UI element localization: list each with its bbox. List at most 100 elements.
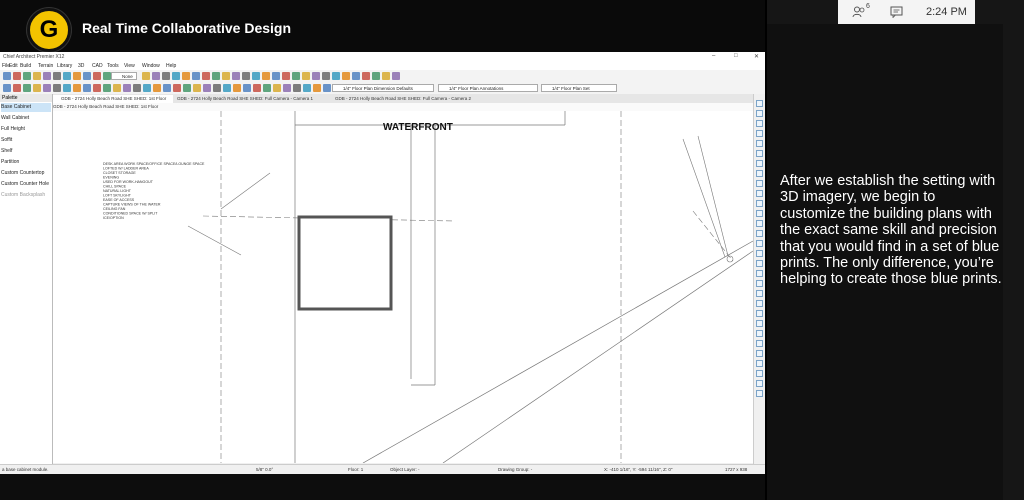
dimension-defaults-select[interactable]: 1/4" Floor Plan Dimension Defaults [332, 84, 434, 92]
annotation-set-select[interactable]: 1/4" Floor Plan Annotations [438, 84, 538, 92]
side-tool-icon[interactable] [756, 210, 763, 217]
layer-select[interactable]: None [111, 72, 137, 80]
menu-edit[interactable]: Edit [9, 63, 18, 69]
toolbar-tool-icon[interactable] [253, 84, 261, 92]
side-tool-icon[interactable] [756, 190, 763, 197]
tab-camera-1[interactable]: GDB - 2724 Holly Beach Road SHE SHED: Fu… [169, 95, 317, 103]
side-tool-icon[interactable] [756, 230, 763, 237]
side-tool-icon[interactable] [756, 160, 763, 167]
toolbar-tool-icon[interactable] [113, 84, 121, 92]
palette-item-partition[interactable]: Partition [1, 158, 51, 167]
menu-terrain[interactable]: Terrain [38, 63, 53, 69]
toolbar-tool-icon[interactable] [173, 84, 181, 92]
side-tool-icon[interactable] [756, 380, 763, 387]
toolbar-tool-icon[interactable] [73, 84, 81, 92]
toolbar-tool-icon[interactable] [312, 72, 320, 80]
menu-tools[interactable]: Tools [107, 63, 119, 69]
palette-item-full-height[interactable]: Full Height [1, 125, 51, 134]
participants-icon[interactable] [852, 6, 866, 18]
toolbar-tool-icon[interactable] [63, 84, 71, 92]
side-tool-icon[interactable] [756, 280, 763, 287]
toolbar-tool-icon[interactable] [272, 72, 280, 80]
tab-1st-floor[interactable]: GDB - 2724 Holly Beach Road SHE SHED: 1s… [53, 95, 173, 103]
toolbar-tool-icon[interactable] [303, 84, 311, 92]
side-tool-icon[interactable] [756, 100, 763, 107]
side-tool-icon[interactable] [756, 250, 763, 257]
chat-icon[interactable] [890, 6, 903, 18]
toolbar-tool-icon[interactable] [3, 72, 11, 80]
toolbar-tool-icon[interactable] [273, 84, 281, 92]
side-tool-icon[interactable] [756, 130, 763, 137]
side-tool-icon[interactable] [756, 220, 763, 227]
side-tool-icon[interactable] [756, 180, 763, 187]
toolbar-tool-icon[interactable] [63, 72, 71, 80]
toolbar-tool-icon[interactable] [282, 72, 290, 80]
plan-set-select[interactable]: 1/4" Floor Plan Set [541, 84, 617, 92]
toolbar-tool-icon[interactable] [222, 72, 230, 80]
side-tool-icon[interactable] [756, 350, 763, 357]
tab-camera-2[interactable]: GDB - 2724 Holly Beach Road SHE SHED: Fu… [327, 95, 475, 103]
toolbar-tool-icon[interactable] [252, 72, 260, 80]
toolbar-tool-icon[interactable] [103, 84, 111, 92]
side-tool-icon[interactable] [756, 120, 763, 127]
toolbar-tool-icon[interactable] [123, 84, 131, 92]
toolbar-tool-icon[interactable] [352, 72, 360, 80]
palette-item-shelf[interactable]: Shelf [1, 147, 51, 156]
toolbar-tool-icon[interactable] [262, 72, 270, 80]
toolbar-tool-icon[interactable] [153, 84, 161, 92]
toolbar-tool-icon[interactable] [332, 72, 340, 80]
toolbar-tool-icon[interactable] [202, 72, 210, 80]
toolbar-tool-icon[interactable] [263, 84, 271, 92]
side-tool-icon[interactable] [756, 260, 763, 267]
side-tool-icon[interactable] [756, 390, 763, 397]
toolbar-tool-icon[interactable] [372, 72, 380, 80]
toolbar-tool-icon[interactable] [283, 84, 291, 92]
toolbar-tool-icon[interactable] [73, 72, 81, 80]
side-tool-icon[interactable] [756, 370, 763, 377]
plan-canvas[interactable]: WATERFRONT DESK AREA WORK SPACE/OFFICE S… [53, 111, 753, 463]
toolbar-tool-icon[interactable] [152, 72, 160, 80]
minimize-button[interactable]: – [712, 53, 715, 59]
toolbar-tool-icon[interactable] [3, 84, 11, 92]
toolbar-tool-icon[interactable] [242, 72, 250, 80]
toolbar-tool-icon[interactable] [223, 84, 231, 92]
toolbar-tool-icon[interactable] [33, 84, 41, 92]
toolbar-tool-icon[interactable] [43, 84, 51, 92]
toolbar-tool-icon[interactable] [313, 84, 321, 92]
side-tool-icon[interactable] [756, 110, 763, 117]
toolbar-tool-icon[interactable] [162, 72, 170, 80]
side-tool-icon[interactable] [756, 330, 763, 337]
menu-3d[interactable]: 3D [78, 63, 84, 69]
toolbar-tool-icon[interactable] [233, 84, 241, 92]
toolbar-tool-icon[interactable] [322, 72, 330, 80]
toolbar-tool-icon[interactable] [213, 84, 221, 92]
menu-help[interactable]: Help [166, 63, 176, 69]
side-tool-icon[interactable] [756, 140, 763, 147]
toolbar-tool-icon[interactable] [292, 72, 300, 80]
palette-item-custom-countertop[interactable]: Custom Countertop [1, 169, 51, 178]
toolbar-tool-icon[interactable] [93, 72, 101, 80]
close-button[interactable]: ✕ [754, 53, 759, 60]
toolbar-tool-icon[interactable] [142, 72, 150, 80]
toolbar-tool-icon[interactable] [53, 84, 61, 92]
side-tool-icon[interactable] [756, 340, 763, 347]
side-tool-icon[interactable] [756, 300, 763, 307]
side-tool-icon[interactable] [756, 270, 763, 277]
toolbar-tool-icon[interactable] [93, 84, 101, 92]
toolbar-tool-icon[interactable] [203, 84, 211, 92]
toolbar-tool-icon[interactable] [182, 72, 190, 80]
toolbar-tool-icon[interactable] [33, 72, 41, 80]
side-tool-icon[interactable] [756, 240, 763, 247]
toolbar-tool-icon[interactable] [193, 84, 201, 92]
maximize-button[interactable]: □ [734, 53, 738, 59]
toolbar-tool-icon[interactable] [382, 72, 390, 80]
menu-view[interactable]: View [124, 63, 135, 69]
side-tool-icon[interactable] [756, 320, 763, 327]
toolbar-tool-icon[interactable] [183, 84, 191, 92]
toolbar-tool-icon[interactable] [163, 84, 171, 92]
toolbar-tool-icon[interactable] [53, 72, 61, 80]
toolbar-tool-icon[interactable] [143, 84, 151, 92]
side-tool-icon[interactable] [756, 310, 763, 317]
palette-item-soffit[interactable]: Soffit [1, 136, 51, 145]
palette-item-base-cabinet[interactable]: Base Cabinet [1, 103, 51, 112]
